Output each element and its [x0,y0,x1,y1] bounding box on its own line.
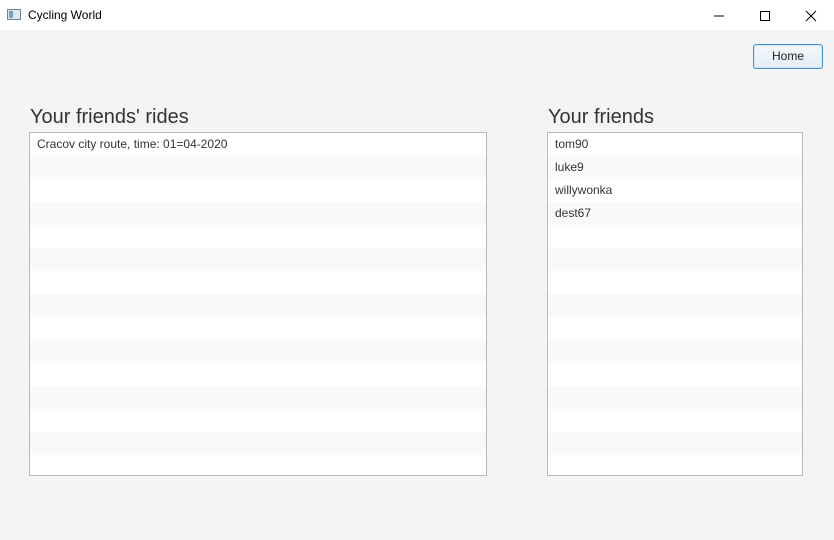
empty-list-row [30,340,486,363]
window-title-bar: Cycling World [0,0,834,31]
empty-list-row [30,179,486,202]
empty-list-row [30,409,486,432]
home-button[interactable]: Home [753,44,823,69]
empty-list-row [30,294,486,317]
empty-list-row [548,340,802,363]
minimize-icon [714,15,724,17]
app-window-icon [7,9,21,20]
window-title: Cycling World [28,8,102,22]
friend-list-item[interactable]: luke9 [548,156,802,179]
rides-list[interactable]: Cracov city route, time: 01=04-2020 [29,132,487,476]
empty-list-row [30,202,486,225]
maximize-icon [760,11,770,21]
empty-list-row [30,363,486,386]
empty-list-row [30,248,486,271]
friend-list-item[interactable]: willywonka [548,179,802,202]
close-icon [805,10,817,22]
rides-section-title: Your friends' rides [30,106,189,128]
minimize-button[interactable] [696,0,742,31]
empty-list-row [548,363,802,386]
empty-list-row [30,317,486,340]
empty-list-row [30,432,486,455]
empty-list-row [548,294,802,317]
empty-list-row [548,317,802,340]
empty-list-row [30,386,486,409]
ride-list-item[interactable]: Cracov city route, time: 01=04-2020 [30,133,486,156]
empty-list-row [548,386,802,409]
friends-section-title: Your friends [548,106,654,128]
friend-list-item[interactable]: dest67 [548,202,802,225]
empty-list-row [548,271,802,294]
empty-list-row [30,156,486,179]
maximize-button[interactable] [742,0,788,31]
friends-list[interactable]: tom90 luke9 willywonka dest67 [547,132,803,476]
empty-list-row [30,271,486,294]
empty-list-row [548,248,802,271]
empty-list-row [548,432,802,455]
close-button[interactable] [788,0,834,31]
empty-list-row [548,225,802,248]
empty-list-row [548,455,802,475]
empty-list-row [30,455,486,475]
friend-list-item[interactable]: tom90 [548,133,802,156]
empty-list-row [30,225,486,248]
empty-list-row [548,409,802,432]
